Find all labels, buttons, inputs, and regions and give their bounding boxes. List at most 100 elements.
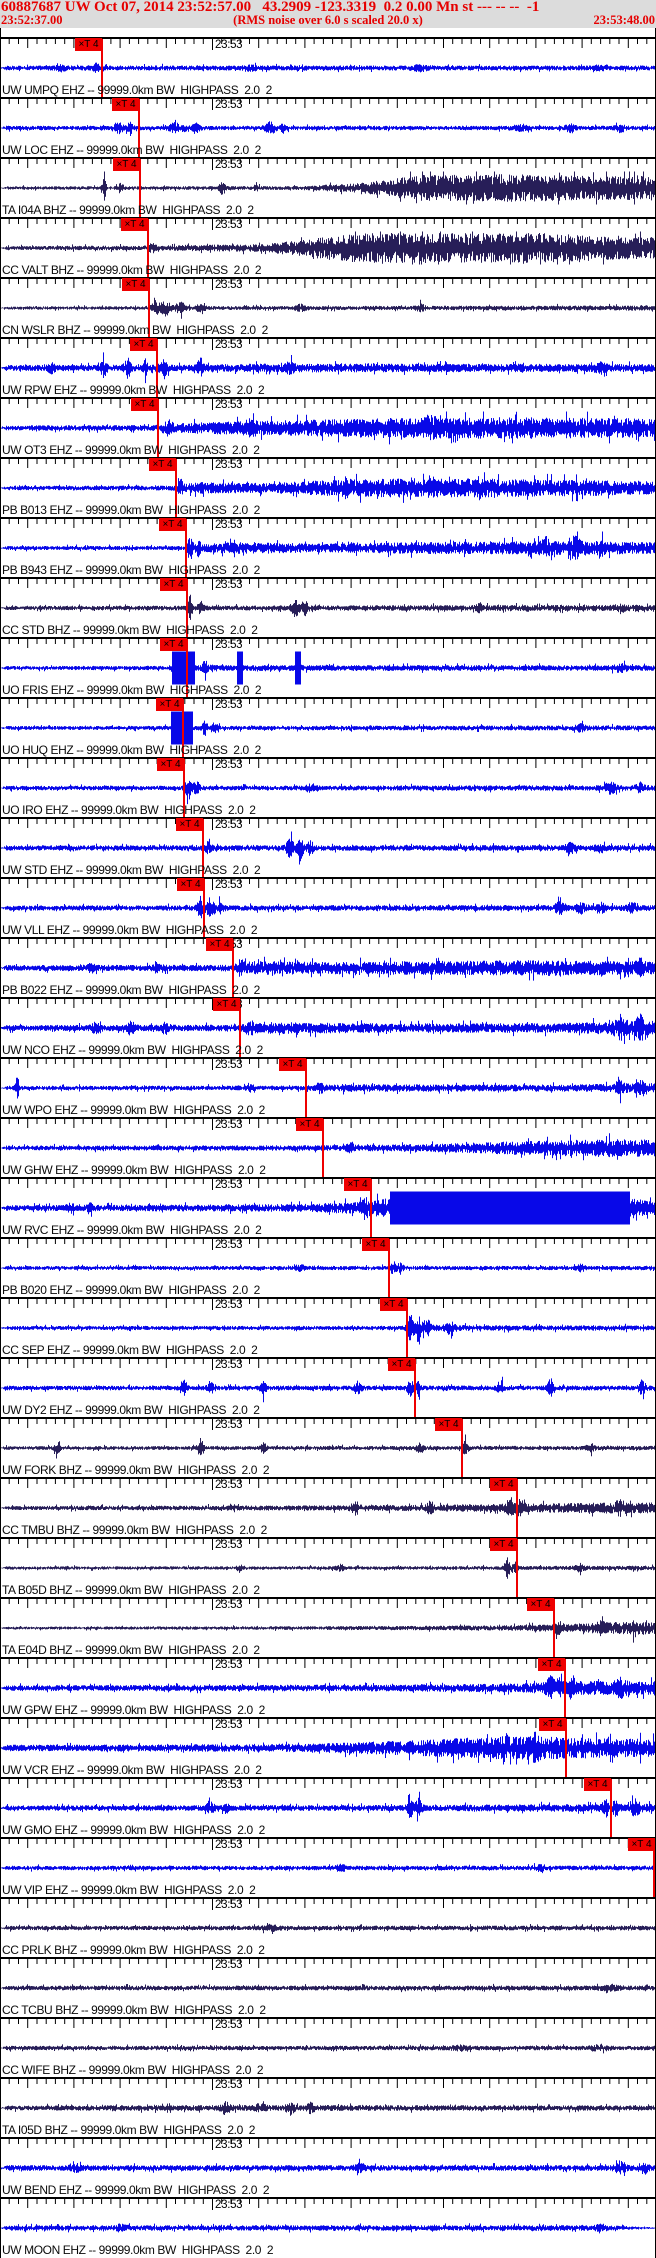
- phase-pick-flag[interactable]: ×T 4: [160, 638, 187, 651]
- trace-row[interactable]: ×T 4 23:53 PB B013 EHZ -- 99999.0km BW HIG…: [0, 457, 656, 517]
- trace-row[interactable]: 23:53 TA I05D BHZ -- 99999.0km BW HIGHPAS…: [0, 2077, 656, 2137]
- phase-pick-flag[interactable]: ×T 4: [380, 1298, 407, 1311]
- trace-row[interactable]: ×T 423:53UW NCO EHZ -- 99999.0km BW HIGH…: [0, 997, 656, 1057]
- seismogram-trace[interactable]: [0, 2223, 656, 2234]
- trace-row[interactable]: ×T 4 23:53 UW VIP EHZ -- 99999.0km BW HIGH…: [0, 1837, 656, 1897]
- seismogram-trace[interactable]: [0, 1791, 656, 1822]
- trace-row[interactable]: ×T 4 23:53 UW VLL EHZ -- 99999.0km BW HIGH…: [0, 877, 656, 937]
- trace-row[interactable]: ×T 4 23:53 UW OT3 EHZ -- 99999.0km BW HIGH…: [0, 397, 656, 457]
- trace-row[interactable]: 23:53 CC WIFE BHZ -- 99999.0km BW HIGHPAS…: [0, 2017, 656, 2077]
- trace-row[interactable]: ×T 4 23:53 UW GMO EHZ -- 99999.0km BW HIGH…: [0, 1777, 656, 1837]
- seismogram-trace[interactable]: [0, 472, 656, 503]
- seismogram-trace[interactable]: [0, 2101, 656, 2116]
- phase-pick-flag[interactable]: ×T 4: [213, 998, 240, 1011]
- phase-pick-flag[interactable]: ×T 4: [490, 1538, 517, 1551]
- trace-row[interactable]: ×T 4 23:53 CC STD BHZ -- 99999.0km BW HIGH…: [0, 577, 656, 637]
- phase-pick-flag[interactable]: ×T 4: [131, 398, 158, 411]
- seismogram-trace[interactable]: [0, 594, 656, 620]
- seismogram-trace[interactable]: [0, 1673, 656, 1700]
- trace-row[interactable]: ×T 4 23:53 CC TMBU BHZ -- 99999.0km BW HIG…: [0, 1477, 656, 1537]
- trace-row[interactable]: 23:53 UW BEND EHZ -- 99999.0km BW HIGHPAS…: [0, 2137, 656, 2197]
- seismogram-trace[interactable]: [0, 1076, 656, 1104]
- seismogram-trace[interactable]: [0, 1983, 656, 1994]
- phase-pick-flag[interactable]: ×T 4: [156, 698, 183, 711]
- seismogram-trace[interactable]: [0, 1497, 656, 1518]
- trace-row[interactable]: ×T 4 23:53 PB B020 EHZ -- 99999.0km BW HIG…: [0, 1237, 656, 1297]
- seismogram-trace[interactable]: [0, 1434, 656, 1459]
- phase-pick-flag[interactable]: ×T 4: [130, 338, 157, 351]
- phase-pick-flag[interactable]: ×T 4: [490, 1478, 517, 1491]
- trace-row[interactable]: 23:53 CC PRLK BHZ -- 99999.0km BW HIGHPAS…: [0, 1897, 656, 1957]
- phase-pick-flag[interactable]: ×T 4: [296, 1118, 323, 1131]
- phase-pick-flag[interactable]: ×T 4: [149, 458, 176, 471]
- trace-row[interactable]: ×T 4 23:53 UW LOC EHZ -- 99999.0km BW HIGH…: [0, 97, 656, 157]
- trace-row[interactable]: ×T 4 23:53 TA I04A BHZ -- 99999.0km BW HIG…: [0, 157, 656, 217]
- phase-pick-flag[interactable]: ×T 4: [527, 1598, 554, 1611]
- phase-pick-flag[interactable]: ×T 4: [362, 1238, 389, 1251]
- seismogram-trace[interactable]: [0, 2158, 656, 2176]
- phase-pick-flag[interactable]: ×T 4: [121, 218, 148, 231]
- trace-row[interactable]: ×T 423:53PB B022 EHZ -- 99999.0km BW HIG…: [0, 937, 656, 997]
- trace-row[interactable]: 23:53 UW MOON EHZ -- 99999.0km BW HIGHPAS…: [0, 2197, 656, 2257]
- phase-pick-flag[interactable]: ×T 4: [112, 98, 139, 111]
- phase-pick-flag[interactable]: ×T 4: [75, 38, 102, 51]
- seismogram-trace[interactable]: [0, 1315, 656, 1345]
- seismogram-trace[interactable]: [0, 1557, 656, 1579]
- seismogram-trace[interactable]: [0, 297, 656, 319]
- seismogram-trace[interactable]: [0, 2043, 656, 2054]
- phase-pick-flag[interactable]: ×T 4: [206, 938, 233, 951]
- seismogram-trace[interactable]: [0, 1376, 656, 1403]
- trace-row[interactable]: ×T 4 23:53 PB B943 EHZ -- 99999.0km BW HIG…: [0, 517, 656, 577]
- seismogram-trace[interactable]: [0, 720, 656, 736]
- phase-pick-flag[interactable]: ×T 4: [159, 518, 186, 531]
- trace-row[interactable]: ×T 4 23:53 UW VCR EHZ -- 99999.0km BW HIGH…: [0, 1717, 656, 1777]
- trace-row[interactable]: ×T 4 23:53 UW FORK BHZ -- 99999.0km BW HIG…: [0, 1417, 656, 1477]
- seismogram-trace[interactable]: [0, 411, 656, 445]
- trace-row[interactable]: ×T 4 23:53 CN WSLR BHZ -- 99999.0km BW HIG…: [0, 277, 656, 337]
- seismogram-trace[interactable]: [0, 1261, 656, 1275]
- trace-row[interactable]: ×T 4 23:53 UW RPW EHZ -- 99999.0km BW HIGH…: [0, 337, 656, 397]
- seismogram-trace[interactable]: [0, 831, 656, 865]
- phase-pick-flag[interactable]: ×T 4: [584, 1778, 611, 1791]
- trace-row[interactable]: ×T 4 23:53 UW GHW EHZ -- 99999.0km BW HIGH…: [0, 1117, 656, 1177]
- seismogram-trace[interactable]: [0, 895, 656, 919]
- phase-pick-flag[interactable]: ×T 4: [177, 878, 204, 891]
- phase-pick-flag[interactable]: ×T 4: [160, 578, 187, 591]
- seismogram-trace[interactable]: [0, 352, 656, 384]
- phase-pick-flag[interactable]: ×T 4: [435, 1418, 462, 1431]
- trace-row[interactable]: ×T 4 23:53 CC VALT BHZ -- 99999.0km BW HIG…: [0, 217, 656, 277]
- trace-row[interactable]: ×T 4 23:53 UO IRO EHZ -- 99999.0km BW HIGH…: [0, 757, 656, 817]
- trace-row[interactable]: ×T 4 23:53 UO HUQ EHZ -- 99999.0km BW HIGH…: [0, 697, 656, 757]
- phase-pick-flag[interactable]: ×T 4: [628, 1838, 655, 1851]
- seismogram-trace[interactable]: [0, 1923, 656, 1934]
- seismogram-trace[interactable]: [0, 780, 656, 805]
- phase-pick-flag[interactable]: ×T 4: [176, 818, 203, 831]
- phase-pick-flag[interactable]: ×T 4: [157, 758, 184, 771]
- seismogram-trace[interactable]: [0, 231, 656, 265]
- trace-row[interactable]: ×T 4 23:53 TA E04D BHZ -- 99999.0km BW HIG…: [0, 1597, 656, 1657]
- trace-row[interactable]: ×T 4 23:53 UW UMPQ EHZ -- 99999.0km BW HIG…: [0, 37, 656, 97]
- trace-row[interactable]: ×T 4 23:53 UW WPO EHZ -- 99999.0km BW HIGH…: [0, 1057, 656, 1117]
- seismogram-trace[interactable]: [0, 1731, 656, 1765]
- phase-pick-flag[interactable]: ×T 4: [539, 1718, 566, 1731]
- phase-pick-flag[interactable]: ×T 4: [122, 278, 149, 291]
- seismogram-trace[interactable]: [0, 660, 656, 681]
- trace-row[interactable]: ×T 4 23:53 UO FRIS EHZ -- 99999.0km BW HIG…: [0, 637, 656, 697]
- trace-row[interactable]: ×T 4 23:53 UW GPW EHZ -- 99999.0km BW HIGH…: [0, 1657, 656, 1717]
- trace-row[interactable]: 23:53 CC TCBU BHZ -- 99999.0km BW HIGHPAS…: [0, 1957, 656, 2017]
- seismogram-trace[interactable]: [0, 1013, 656, 1044]
- phase-pick-flag[interactable]: ×T 4: [538, 1658, 565, 1671]
- trace-row[interactable]: ×T 4 23:53 UW RVC EHZ -- 99999.0km BW HIGH…: [0, 1177, 656, 1237]
- phase-pick-flag[interactable]: ×T 4: [388, 1358, 415, 1371]
- trace-row[interactable]: ×T 4 23:53 TA B05D BHZ -- 99999.0km BW HIG…: [0, 1537, 656, 1597]
- seismogram-trace[interactable]: [0, 119, 656, 136]
- seismogram-trace[interactable]: [0, 1616, 656, 1643]
- seismogram-trace[interactable]: [0, 531, 656, 561]
- phase-pick-flag[interactable]: ×T 4: [344, 1178, 371, 1191]
- seismogram-trace[interactable]: [0, 1133, 656, 1161]
- trace-row[interactable]: ×T 4 23:53 UW STD EHZ -- 99999.0km BW HIGH…: [0, 817, 656, 877]
- phase-pick-flag[interactable]: ×T 4: [113, 158, 140, 171]
- trace-row[interactable]: ×T 4 23:53 CC SEP EHZ -- 99999.0km BW HIGH…: [0, 1297, 656, 1357]
- phase-pick-flag[interactable]: ×T 4: [279, 1058, 306, 1071]
- seismogram-trace[interactable]: [0, 1863, 656, 1874]
